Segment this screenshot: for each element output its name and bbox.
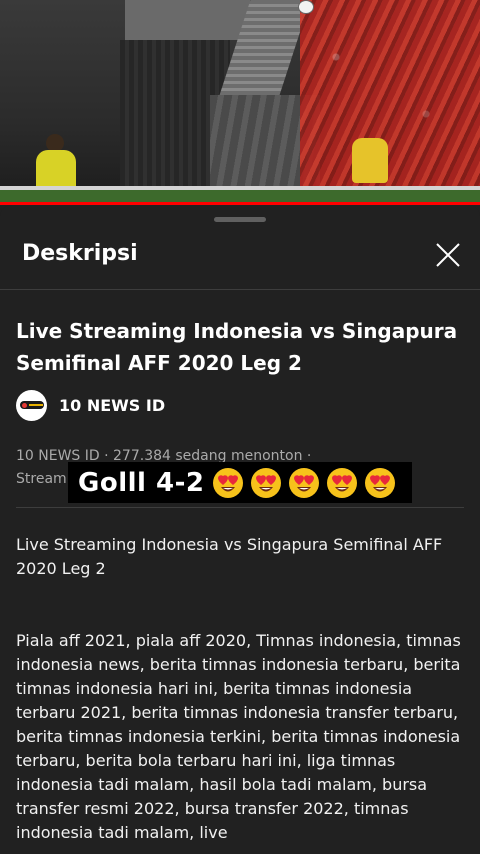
football — [298, 0, 314, 14]
drag-handle[interactable] — [214, 217, 266, 222]
channel-row[interactable]: 10 NEWS ID — [16, 389, 165, 421]
video-title: Live Streaming Indonesia vs Singapura Se… — [16, 319, 458, 375]
heart-eyes-emoji-icon — [212, 467, 244, 499]
emoji-row — [212, 467, 402, 499]
goal-caption-overlay: Golll 4-2 — [68, 462, 413, 503]
close-button[interactable] — [432, 239, 464, 271]
heart-eyes-emoji-icon — [326, 467, 358, 499]
description-paragraph-2: Piala aff 2021, piala aff 2020, Timnas i… — [16, 631, 461, 842]
stadium-crowd — [300, 0, 480, 190]
goal-caption-text: Golll 4-2 — [78, 467, 205, 498]
description-paragraph-1: Live Streaming Indonesia vs Singapura Se… — [16, 535, 443, 578]
description-text: Live Streaming Indonesia vs Singapura Se… — [16, 533, 468, 845]
stadium-roof — [125, 0, 250, 40]
description-sheet: Deskripsi Live Streaming Indonesia vs Si… — [0, 205, 480, 854]
video-player[interactable] — [0, 0, 480, 204]
header-divider — [0, 289, 480, 290]
player-keeper — [352, 138, 388, 183]
channel-logo-icon — [19, 401, 44, 409]
heart-eyes-emoji-icon — [364, 467, 396, 499]
close-icon — [436, 243, 460, 267]
channel-avatar[interactable] — [16, 389, 47, 421]
heart-eyes-emoji-icon — [250, 467, 282, 499]
heart-eyes-emoji-icon — [288, 467, 320, 499]
sheet-title: Deskripsi — [22, 241, 138, 266]
channel-name[interactable]: 10 NEWS ID — [59, 396, 165, 415]
meta-divider — [16, 507, 464, 508]
